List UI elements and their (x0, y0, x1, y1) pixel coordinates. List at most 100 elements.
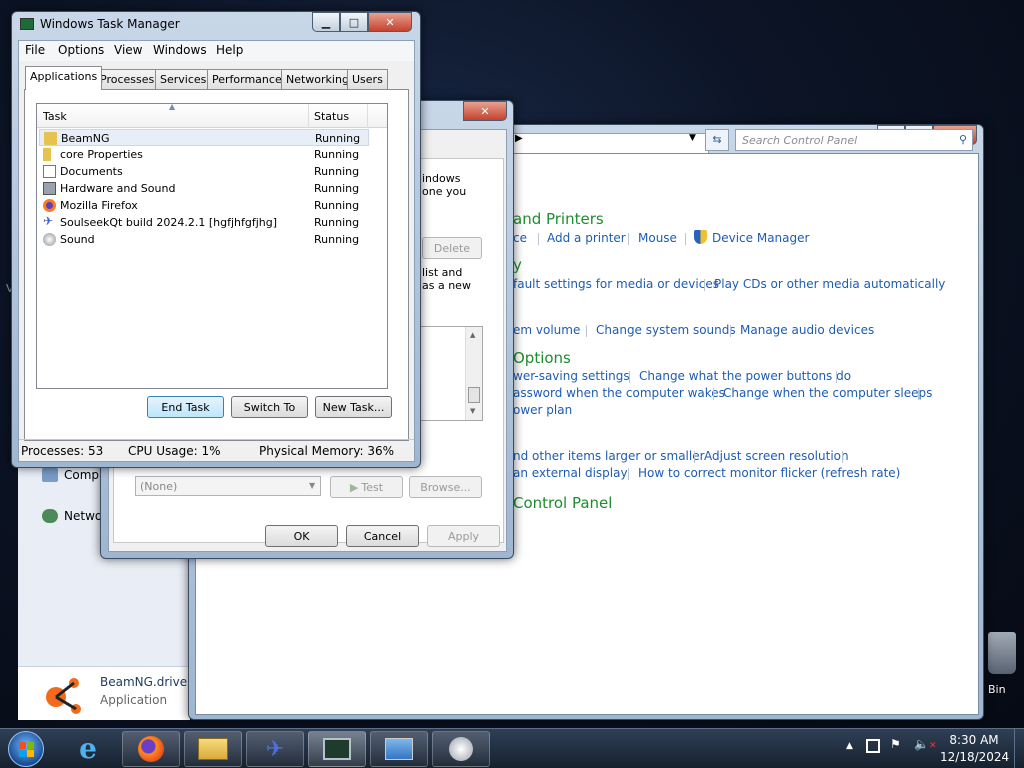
separator (628, 233, 629, 245)
separator (629, 371, 630, 383)
show-hidden-icons[interactable]: ▲ (846, 741, 853, 751)
link-mouse[interactable]: Mouse (638, 231, 677, 245)
separator (836, 371, 837, 383)
link-power-buttons[interactable]: Change what the power buttons do (639, 369, 851, 383)
flag-icon[interactable]: ⚑ (890, 737, 901, 751)
app-info-balloon: BeamNG.drive. Application (18, 666, 191, 720)
dialog-close-button[interactable]: ✕ (463, 101, 507, 121)
link-screen-resolution[interactable]: Adjust screen resolution (704, 449, 849, 463)
status-bar: Processes: 53 CPU Usage: 1% Physical Mem… (19, 41, 414, 461)
firefox-icon (138, 736, 164, 762)
tab-applications[interactable]: Applications (25, 66, 103, 90)
file-explorer-icon (198, 738, 228, 760)
internet-explorer-icon[interactable]: e (72, 733, 104, 765)
soulseek-icon: ✈ (265, 736, 285, 762)
status-memory: Physical Memory: 36% (259, 444, 395, 458)
sound-combo[interactable]: (None) (135, 476, 321, 496)
section-title-devices[interactable]: and Printers (513, 210, 604, 228)
address-chevron-icon: ▶ (515, 133, 523, 144)
separator (628, 468, 629, 480)
close-button[interactable]: ✕ (368, 12, 412, 32)
control-panel-icon (385, 738, 413, 760)
link-device-manager[interactable]: Device Manager (712, 231, 809, 245)
link-change-system-sounds[interactable]: Change system sounds (596, 323, 736, 337)
dialog-scrollbar[interactable]: ▲ ▼ (465, 327, 482, 420)
status-cpu: CPU Usage: 1% (128, 444, 221, 458)
section-title-autoplay[interactable]: y (513, 256, 522, 274)
shield-icon (694, 230, 707, 244)
nav-item-computer[interactable]: Comp (64, 468, 99, 482)
delete-button[interactable]: Delete (422, 237, 482, 259)
section-title-control-panel[interactable]: Control Panel (513, 494, 612, 512)
beamng-icon (46, 678, 81, 714)
separator (704, 279, 705, 291)
maximize-button[interactable]: □ (340, 12, 368, 32)
play-icon: ▶ (349, 480, 359, 494)
link-text-larger[interactable]: nd other items larger or smaller (513, 449, 705, 463)
address-bar[interactable]: ▶ ▼ (511, 129, 711, 155)
test-button[interactable]: ▶ Test (330, 476, 403, 498)
minimize-button[interactable]: ▁ (312, 12, 340, 32)
taskbar: e ✈ ▲ ⚑ 🔈✕ 8:30 AM 12/18/2024 (0, 728, 1024, 768)
window-title: Windows Task Manager (40, 17, 180, 31)
link-power-saving[interactable]: wer-saving settings (513, 369, 630, 383)
task-manager-body: File Options View Windows Help Applicati… (18, 40, 415, 462)
volume-muted-icon[interactable]: 🔈✕ (914, 737, 937, 751)
address-field[interactable] (511, 133, 709, 155)
status-processes: Processes: 53 (21, 444, 104, 458)
taskbar-control-panel[interactable] (370, 731, 428, 767)
separator (730, 325, 731, 337)
link-devices[interactable]: ce (513, 231, 527, 245)
sound-icon (449, 737, 473, 761)
start-button[interactable] (8, 731, 44, 767)
separator (586, 325, 587, 337)
action-center-icon[interactable] (866, 739, 880, 753)
show-desktop-button[interactable] (1014, 729, 1024, 768)
apply-button[interactable]: Apply (427, 525, 500, 547)
recycle-bin-label: Bin (988, 683, 1006, 696)
clock-time[interactable]: 8:30 AM (940, 733, 1008, 747)
dialog-description-2: list and as a new (422, 266, 471, 292)
taskbar-sound[interactable] (432, 731, 490, 767)
taskbar-firefox[interactable] (122, 731, 180, 767)
cancel-button[interactable]: Cancel (346, 525, 419, 547)
combo-dropdown-icon[interactable]: ▼ (309, 481, 315, 490)
link-add-printer[interactable]: Add a printer (547, 231, 626, 245)
link-computer-sleeps[interactable]: Change when the computer sleeps (723, 386, 932, 400)
link-system-volume[interactable]: em volume (513, 323, 580, 337)
taskbar-soulseek[interactable]: ✈ (246, 731, 304, 767)
task-manager-icon (323, 738, 351, 760)
computer-icon (42, 468, 58, 482)
balloon-title: BeamNG.drive. (100, 675, 191, 689)
nav-item-network[interactable]: Netwo (64, 509, 102, 523)
link-manage-audio[interactable]: Manage audio devices (740, 323, 874, 337)
dialog-description-1: indows one you (422, 172, 467, 198)
separator (918, 388, 919, 400)
balloon-subtitle: Application (100, 693, 168, 707)
browse-button[interactable]: Browse... (409, 476, 482, 498)
refresh-icon[interactable]: ⇆ (705, 129, 729, 151)
search-icon[interactable]: ⚲ (959, 133, 967, 146)
recycle-bin-icon[interactable] (988, 632, 1016, 674)
link-play-cds[interactable]: Play CDs or other media automatically (714, 277, 945, 291)
clock-date[interactable]: 12/18/2024 (940, 750, 1009, 764)
section-title-power[interactable]: Options (513, 349, 571, 367)
link-monitor-flicker[interactable]: How to correct monitor flicker (refresh … (638, 466, 900, 480)
separator (842, 451, 843, 463)
link-external-display[interactable]: an external display (513, 466, 628, 480)
separator (538, 233, 539, 245)
separator (685, 233, 686, 245)
status-divider (19, 439, 414, 440)
link-power-plan[interactable]: ower plan (513, 403, 572, 417)
taskbar-explorer[interactable] (184, 731, 242, 767)
task-manager-icon (20, 18, 34, 30)
search-input[interactable]: Search Control Panel (735, 129, 973, 151)
link-default-media[interactable]: fault settings for media or devices (513, 277, 719, 291)
ok-button[interactable]: OK (265, 525, 338, 547)
network-icon (42, 509, 58, 523)
task-manager-window: Windows Task Manager ▁ □ ✕ File Options … (11, 11, 421, 468)
taskbar-task-manager[interactable] (308, 731, 366, 767)
separator (713, 388, 714, 400)
address-dropdown-icon[interactable]: ▼ (689, 133, 696, 143)
link-password-wakes[interactable]: assword when the computer wakes (513, 386, 725, 400)
